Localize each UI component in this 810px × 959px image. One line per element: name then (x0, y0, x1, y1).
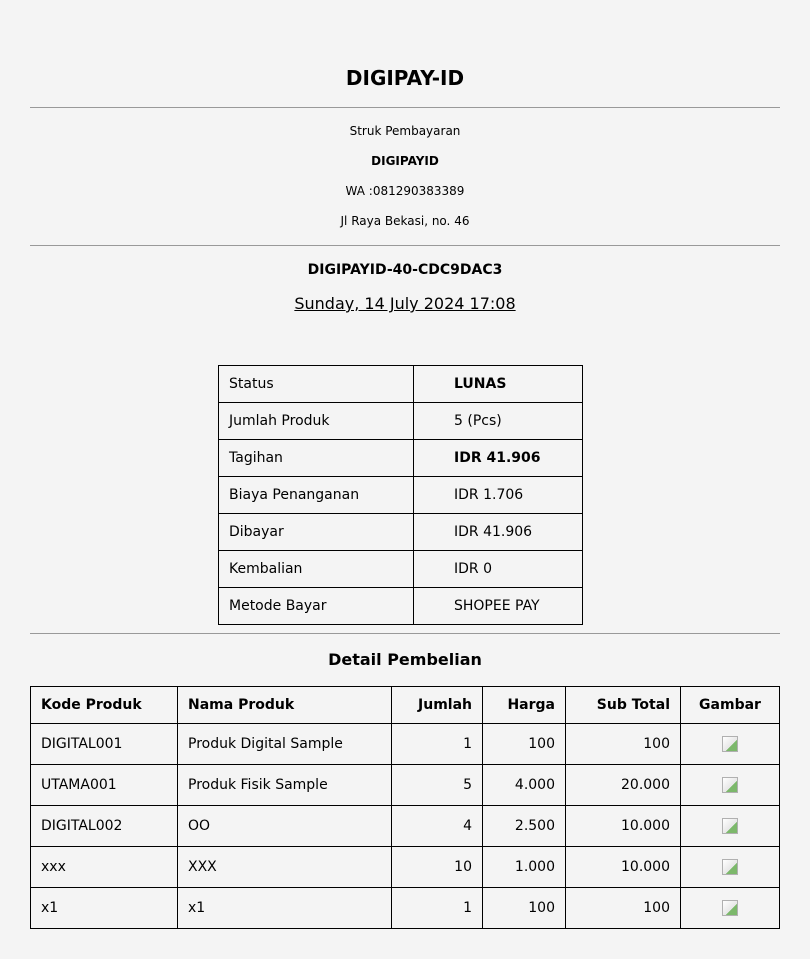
product-image-cell (680, 805, 780, 847)
product-image-cell (680, 764, 780, 806)
price-cell: 100 (482, 723, 566, 765)
table-row: DIGITAL001 Produk Digital Sample 1 100 100 (30, 723, 780, 765)
product-code-cell: x1 (30, 887, 178, 929)
price-cell: 2.500 (482, 805, 566, 847)
store-address: Jl Raya Bekasi, no. 46 (340, 214, 470, 228)
summary-label: Kembalian (218, 550, 414, 588)
quantity-cell: 10 (391, 846, 483, 888)
summary-value: IDR 41.906 (413, 513, 583, 551)
column-header-code: Kode Produk (30, 686, 178, 724)
table-header-row: Kode Produk Nama Produk Jumlah Harga Sub… (30, 686, 780, 724)
payment-summary-table: Status LUNAS Jumlah Produk 5 (Pcs) Tagihan ID… (218, 365, 583, 625)
price-cell: 100 (482, 887, 566, 929)
quantity-cell: 5 (391, 764, 483, 806)
quantity-cell: 1 (391, 723, 483, 765)
summary-row: Tagihan IDR 41.906 (218, 439, 583, 477)
product-name-cell: XXX (177, 846, 392, 888)
summary-row: Biaya Penanganan IDR 1.706 (218, 476, 583, 514)
product-code-cell: DIGITAL002 (30, 805, 178, 847)
summary-label: Tagihan (218, 439, 414, 477)
summary-value: IDR 1.706 (413, 476, 583, 514)
column-header-image: Gambar (680, 686, 780, 724)
product-name-cell: Produk Digital Sample (177, 723, 392, 765)
summary-row: Dibayar IDR 41.906 (218, 513, 583, 551)
product-image-cell (680, 887, 780, 929)
summary-row: Jumlah Produk 5 (Pcs) (218, 402, 583, 440)
transaction-id: DIGIPAYID-40-CDC9DAC3 (307, 262, 503, 278)
broken-image-icon (722, 818, 738, 834)
subtotal-cell: 100 (565, 887, 681, 929)
table-row: x1 x1 1 100 100 (30, 887, 780, 929)
quantity-cell: 1 (391, 887, 483, 929)
table-row: UTAMA001 Produk Fisik Sample 5 4.000 20.000 (30, 764, 780, 806)
price-cell: 1.000 (482, 846, 566, 888)
column-header-name: Nama Produk (177, 686, 392, 724)
summary-row: Status LUNAS (218, 365, 583, 403)
divider (30, 107, 780, 108)
subtotal-cell: 10.000 (565, 805, 681, 847)
brand-title: DIGIPAY-ID (345, 66, 465, 90)
broken-image-icon (722, 777, 738, 793)
broken-image-icon (722, 736, 738, 752)
column-header-price: Harga (482, 686, 566, 724)
product-code-cell: DIGITAL001 (30, 723, 178, 765)
product-image-cell (680, 723, 780, 765)
quantity-cell: 4 (391, 805, 483, 847)
summary-value: IDR 41.906 (413, 439, 583, 477)
transaction-date: Sunday, 14 July 2024 17:08 (294, 294, 516, 313)
summary-value: LUNAS (413, 365, 583, 403)
divider (30, 633, 780, 634)
price-cell: 4.000 (482, 764, 566, 806)
store-name: DIGIPAYID (371, 154, 439, 168)
summary-label: Dibayar (218, 513, 414, 551)
store-whatsapp: WA :081290383389 (345, 184, 465, 198)
column-header-qty: Jumlah (391, 686, 483, 724)
purchase-details-table: Kode Produk Nama Produk Jumlah Harga Sub… (30, 686, 780, 929)
product-name-cell: Produk Fisik Sample (177, 764, 392, 806)
table-row: xxx XXX 10 1.000 10.000 (30, 846, 780, 888)
summary-label: Biaya Penanganan (218, 476, 414, 514)
product-name-cell: x1 (177, 887, 392, 929)
summary-label: Jumlah Produk (218, 402, 414, 440)
product-name-cell: OO (177, 805, 392, 847)
summary-label: Status (218, 365, 414, 403)
summary-row: Kembalian IDR 0 (218, 550, 583, 588)
summary-label: Metode Bayar (218, 587, 414, 625)
subtotal-cell: 100 (565, 723, 681, 765)
column-header-subtotal: Sub Total (565, 686, 681, 724)
summary-value: 5 (Pcs) (413, 402, 583, 440)
broken-image-icon (722, 900, 738, 916)
receipt-label: Struk Pembayaran (349, 124, 461, 138)
product-code-cell: xxx (30, 846, 178, 888)
table-row: DIGITAL002 OO 4 2.500 10.000 (30, 805, 780, 847)
product-image-cell (680, 846, 780, 888)
subtotal-cell: 20.000 (565, 764, 681, 806)
broken-image-icon (722, 859, 738, 875)
divider (30, 245, 780, 246)
subtotal-cell: 10.000 (565, 846, 681, 888)
details-title: Detail Pembelian (328, 650, 482, 669)
summary-value: SHOPEE PAY (413, 587, 583, 625)
product-code-cell: UTAMA001 (30, 764, 178, 806)
summary-row: Metode Bayar SHOPEE PAY (218, 587, 583, 625)
summary-value: IDR 0 (413, 550, 583, 588)
